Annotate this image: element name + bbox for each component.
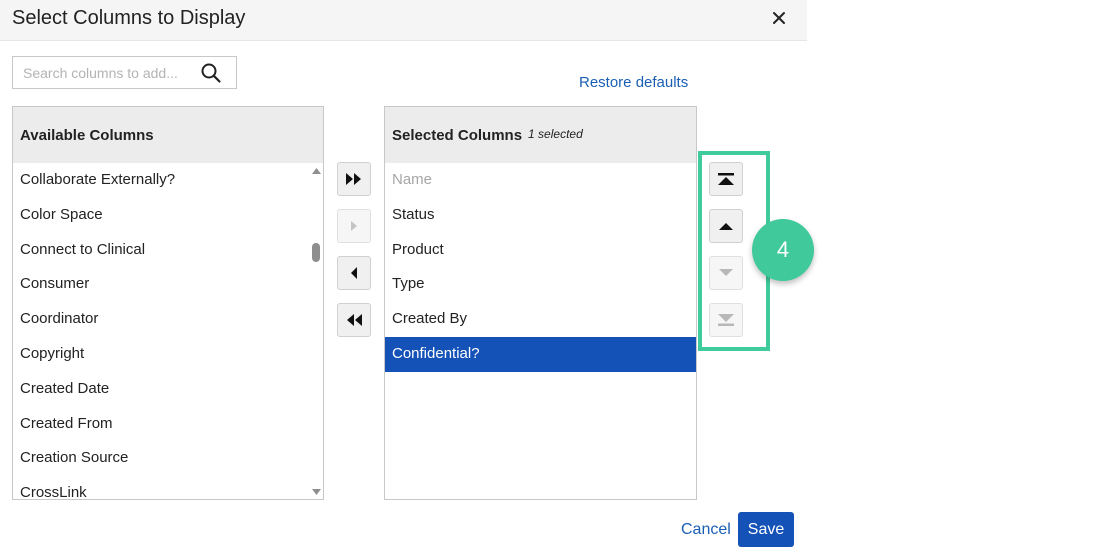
available-columns-panel: Available Columns Collaborate Externally… [12, 106, 324, 500]
restore-defaults-link[interactable]: Restore defaults [579, 74, 688, 91]
list-item[interactable]: Connect to Clinical [13, 233, 323, 268]
double-chevron-right-icon [346, 173, 361, 185]
list-item[interactable]: CrossLink [13, 476, 323, 499]
scroll-up-arrow-icon[interactable] [310, 166, 323, 176]
list-item[interactable]: Collaborate Externally? [13, 163, 323, 198]
close-button[interactable] [766, 4, 792, 32]
selected-count: 1 selected [528, 127, 583, 141]
list-item[interactable]: Color Space [13, 198, 323, 233]
callout-badge: 4 [752, 219, 814, 281]
close-icon [773, 12, 785, 24]
dialog-header: Select Columns to Display [0, 0, 807, 41]
remove-selected-button[interactable] [337, 256, 371, 290]
remove-all-button[interactable] [337, 303, 371, 337]
selected-columns-panel: Selected Columns 1 selected Name Status … [384, 106, 697, 500]
available-columns-header: Available Columns [13, 107, 323, 163]
selected-columns-header: Selected Columns 1 selected [385, 107, 696, 163]
double-chevron-left-icon [347, 314, 362, 326]
list-item[interactable]: Created Date [13, 372, 323, 407]
available-columns-title: Available Columns [20, 126, 154, 144]
list-item[interactable]: Created By [385, 302, 696, 337]
scrollbar-thumb[interactable] [312, 243, 320, 262]
scroll-down-arrow-icon[interactable] [310, 487, 323, 497]
dialog-title: Select Columns to Display [12, 7, 246, 29]
list-item[interactable]: Status [385, 198, 696, 233]
list-item[interactable]: Creation Source [13, 441, 323, 476]
list-item[interactable]: Copyright [13, 337, 323, 372]
cancel-button[interactable]: Cancel [681, 521, 731, 539]
list-item: Name [392, 171, 433, 188]
search-box [12, 56, 237, 89]
list-item[interactable]: Created From [13, 407, 323, 442]
chevron-left-icon [351, 267, 357, 279]
list-item-selected[interactable]: Confidential? [385, 336, 696, 372]
scrollbar[interactable] [310, 163, 323, 499]
save-button[interactable]: Save [738, 512, 794, 547]
search-input[interactable] [13, 57, 193, 88]
add-selected-button[interactable] [337, 209, 371, 243]
add-all-button[interactable] [337, 162, 371, 196]
list-item[interactable]: Product [385, 233, 696, 268]
chevron-right-icon [351, 221, 357, 231]
selected-columns-list[interactable]: Name Status Product Type Created By Conf… [385, 163, 696, 372]
list-item[interactable]: Type [385, 267, 696, 302]
search-icon[interactable] [200, 62, 222, 84]
selected-columns-title: Selected Columns [392, 126, 523, 144]
list-item[interactable]: Coordinator [13, 302, 323, 337]
available-columns-list[interactable]: Collaborate Externally? Color Space Conn… [13, 163, 323, 499]
select-columns-dialog: Select Columns to Display Restore defaul… [0, 0, 807, 557]
list-item[interactable]: Consumer [13, 267, 323, 302]
